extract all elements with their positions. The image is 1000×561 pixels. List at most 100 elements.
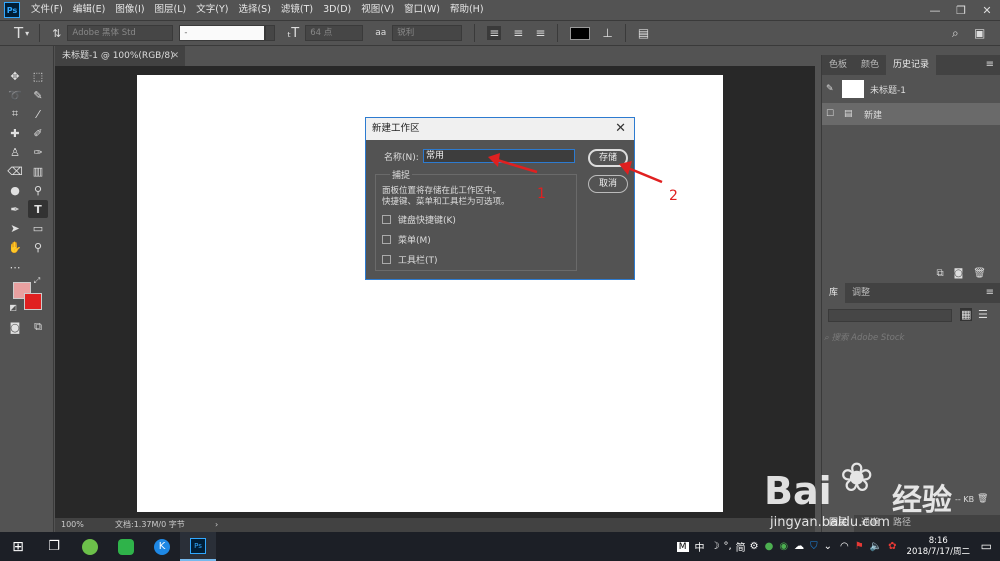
tab-history[interactable]: 历史记录 bbox=[886, 55, 937, 75]
green-app-icon[interactable] bbox=[108, 532, 144, 561]
default-colors-icon[interactable]: ◩ bbox=[8, 302, 18, 312]
panel-menu-icon[interactable]: ≡ bbox=[986, 55, 994, 75]
stock-search[interactable]: ⌕ 搜索 Adobe Stock bbox=[824, 331, 994, 343]
ime-moon-icon[interactable]: ☽ bbox=[711, 541, 720, 552]
gear-icon[interactable]: ⚙ bbox=[750, 541, 759, 552]
menus-label[interactable]: 菜单(M) bbox=[398, 233, 431, 246]
menu-image[interactable]: 图像(I) bbox=[110, 0, 149, 20]
panel-menu-icon[interactable]: ≡ bbox=[986, 283, 994, 303]
more-tools-icon[interactable]: ⋯ bbox=[5, 258, 25, 276]
font-size-select[interactable]: 64 点 bbox=[305, 25, 364, 41]
grid-view-icon[interactable]: ▦ bbox=[960, 308, 973, 321]
tray-red-app-icon[interactable]: ✿ bbox=[888, 541, 896, 552]
brush-tool-icon[interactable]: ✐ bbox=[28, 124, 48, 142]
zoom-level[interactable]: 100% bbox=[61, 518, 84, 532]
list-view-icon[interactable]: ☰ bbox=[978, 308, 988, 321]
camera-icon[interactable]: ◙ bbox=[954, 268, 964, 279]
history-state-checkbox[interactable]: ☐ bbox=[826, 109, 840, 119]
move-tool-icon[interactable]: ✥ bbox=[5, 67, 25, 85]
align-left-icon[interactable]: ≡ bbox=[487, 26, 502, 40]
history-brush-tool-icon[interactable]: ✑ bbox=[28, 143, 48, 161]
ime-language[interactable]: 中 bbox=[695, 539, 705, 554]
dodge-tool-icon[interactable]: ⚲ bbox=[28, 181, 48, 199]
menu-3d[interactable]: 3D(D) bbox=[318, 0, 356, 20]
windows-start-icon[interactable]: ⊞ bbox=[0, 532, 36, 561]
background-color-swatch[interactable] bbox=[24, 293, 42, 310]
tab-libraries[interactable]: 库 bbox=[822, 283, 846, 303]
document-tab[interactable]: 未标题-1 @ 100%(RGB/8) ✕ bbox=[55, 46, 185, 66]
minimize-icon[interactable]: — bbox=[922, 0, 948, 20]
menu-select[interactable]: 选择(S) bbox=[233, 0, 275, 20]
zoom-tool-icon[interactable]: ⚲ bbox=[28, 238, 48, 256]
hand-tool-icon[interactable]: ✋ bbox=[5, 238, 25, 256]
workspace-name-input[interactable]: 常用 bbox=[423, 149, 575, 163]
search-icon[interactable]: ⌕ bbox=[952, 26, 959, 41]
character-panel-icon[interactable]: ▤ bbox=[638, 26, 649, 40]
library-select[interactable] bbox=[828, 309, 952, 322]
swap-colors-icon[interactable]: ⤢ bbox=[32, 276, 42, 286]
shield-icon[interactable]: ⛉ bbox=[810, 541, 818, 552]
wechat-icon[interactable]: ◉ bbox=[779, 541, 788, 552]
history-item[interactable]: ☐ ▤ 新建 bbox=[822, 103, 1000, 125]
k-app-icon[interactable]: K bbox=[144, 532, 180, 561]
type-tool-icon[interactable]: T bbox=[28, 200, 48, 218]
blur-tool-icon[interactable]: ● bbox=[5, 181, 25, 199]
cancel-button[interactable]: 取消 bbox=[588, 175, 628, 193]
lasso-tool-icon[interactable]: ➰ bbox=[5, 86, 25, 104]
rectangle-tool-icon[interactable]: ▭ bbox=[28, 219, 48, 237]
tray-app-icon[interactable]: ● bbox=[765, 541, 774, 552]
crop-tool-icon[interactable]: ⌗ bbox=[5, 105, 25, 123]
antialias-select[interactable]: 锐利 bbox=[392, 25, 463, 41]
align-right-icon[interactable]: ≡ bbox=[535, 26, 545, 40]
font-style-dropdown[interactable] bbox=[265, 25, 276, 41]
volume-icon[interactable]: 🔈 bbox=[870, 541, 882, 552]
tab-adjustments[interactable]: 调整 bbox=[845, 283, 877, 303]
close-icon[interactable]: ✕ bbox=[974, 0, 1000, 20]
align-center-icon[interactable]: ≡ bbox=[513, 26, 523, 40]
status-arrow-icon[interactable]: › bbox=[215, 518, 218, 532]
keyboard-shortcuts-label[interactable]: 键盘快捷键(K) bbox=[398, 213, 456, 226]
close-icon[interactable]: ✕ bbox=[615, 118, 626, 140]
font-style-select[interactable]: - bbox=[179, 25, 266, 41]
workspace-icon[interactable]: ▣ bbox=[974, 26, 985, 40]
type-tool-icon[interactable]: T bbox=[14, 24, 23, 42]
ime-mode-icon[interactable]: M bbox=[676, 541, 689, 552]
healing-brush-tool-icon[interactable]: ✚ bbox=[5, 124, 25, 142]
restore-icon[interactable]: ❐ bbox=[948, 0, 974, 20]
eraser-tool-icon[interactable]: ⌫ bbox=[5, 162, 25, 180]
text-color-swatch[interactable] bbox=[570, 26, 591, 40]
wifi-icon[interactable]: ◠ bbox=[840, 541, 849, 552]
ime-punctuation[interactable]: °, bbox=[723, 541, 731, 552]
photoshop-taskbar-icon[interactable]: Ps bbox=[180, 532, 216, 561]
menu-type[interactable]: 文字(Y) bbox=[191, 0, 233, 20]
tab-swatches[interactable]: 色板 bbox=[822, 55, 854, 75]
menu-window[interactable]: 窗口(W) bbox=[399, 0, 445, 20]
ime-simplified[interactable]: 简 bbox=[736, 539, 746, 554]
menu-view[interactable]: 视图(V) bbox=[356, 0, 399, 20]
pen-tool-icon[interactable]: ✒ bbox=[5, 200, 25, 218]
chevron-down-icon[interactable]: ▾ bbox=[25, 29, 29, 38]
tray-expand-icon[interactable]: ⌄ bbox=[824, 541, 832, 552]
trash-icon[interactable]: 🗑 bbox=[973, 268, 986, 279]
path-selection-tool-icon[interactable]: ➤ bbox=[5, 219, 25, 237]
menu-layer[interactable]: 图层(L) bbox=[150, 0, 192, 20]
close-icon[interactable]: ✕ bbox=[171, 46, 179, 66]
screen-mode-icon[interactable]: ⧉ bbox=[28, 318, 48, 336]
gradient-tool-icon[interactable]: ▥ bbox=[28, 162, 48, 180]
font-family-select[interactable]: Adobe 黑体 Std bbox=[67, 25, 174, 41]
tab-color[interactable]: 颜色 bbox=[854, 55, 886, 75]
history-snapshot[interactable]: ✎ 未标题-1 bbox=[822, 75, 1000, 103]
eyedropper-tool-icon[interactable]: ⁄ bbox=[28, 105, 48, 123]
taskbar-clock[interactable]: 8:16 2018/7/17/周二 bbox=[907, 536, 970, 558]
text-orientation-icon[interactable]: ⇅ bbox=[52, 27, 61, 40]
new-document-from-state-icon[interactable]: ⧉ bbox=[936, 268, 943, 279]
toolbar-checkbox[interactable] bbox=[382, 255, 391, 264]
clone-stamp-tool-icon[interactable]: ♙ bbox=[5, 143, 25, 161]
warp-text-icon[interactable]: ⊥ bbox=[602, 26, 612, 40]
toolbar-label[interactable]: 工具栏(T) bbox=[398, 253, 438, 266]
menu-filter[interactable]: 滤镜(T) bbox=[276, 0, 318, 20]
menu-file[interactable]: 文件(F) bbox=[26, 0, 68, 20]
quick-mask-icon[interactable]: ◙ bbox=[5, 318, 25, 336]
history-brush-source-icon[interactable]: ✎ bbox=[826, 84, 840, 94]
notification-center-icon[interactable]: ▭ bbox=[981, 539, 992, 553]
